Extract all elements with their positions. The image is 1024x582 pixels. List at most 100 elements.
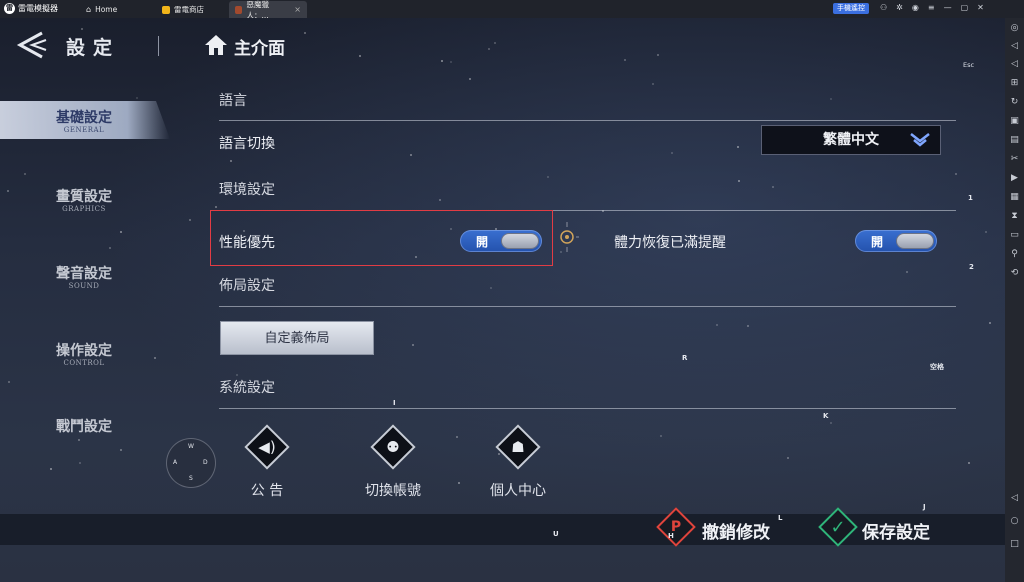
folder-icon[interactable]: ▭ <box>1005 229 1024 241</box>
restore-icon[interactable]: ▢ <box>961 3 969 12</box>
record-icon[interactable]: ▶ <box>1005 172 1024 184</box>
key-hint-u: U <box>553 530 559 538</box>
shake-icon[interactable]: ⟲ <box>1005 267 1024 279</box>
layout-section-heading: 佈局設定 <box>219 278 275 294</box>
revert-changes-button[interactable]: 撤銷修改 <box>702 518 770 543</box>
tab-game[interactable]: 惡魔獵人：... × <box>229 0 307 20</box>
announcement-label[interactable]: 公 告 <box>222 480 312 500</box>
home-nav-icon[interactable]: ○ <box>1005 515 1024 527</box>
switch-account-icon[interactable]: ⚉ <box>370 424 416 470</box>
gamepad-icon[interactable]: ⚇ <box>880 3 887 12</box>
star-dot <box>985 231 987 233</box>
recents-nav-icon[interactable]: □ <box>1005 538 1024 550</box>
category-sound[interactable]: 聲音設定 SOUND <box>0 263 168 290</box>
star-dot <box>671 152 673 154</box>
category-sublabel: CONTROL <box>63 359 105 367</box>
close-tab-icon[interactable]: × <box>294 5 301 14</box>
tab-home[interactable]: ⌂ Home <box>86 1 117 18</box>
key-hint-i: I <box>393 399 396 407</box>
category-graphics[interactable]: 畫質設定 GRAPHICS <box>0 186 168 213</box>
key-hint-r: R <box>682 354 688 362</box>
category-label: 基礎設定 <box>56 110 112 126</box>
environment-section-heading: 環境設定 <box>219 182 275 198</box>
profile-icon[interactable]: ☗ <box>495 424 541 470</box>
category-control[interactable]: 操作設定 CONTROL <box>0 340 168 367</box>
star-dot <box>488 48 490 50</box>
toggle-knob <box>501 233 539 249</box>
tab-label: 雷電商店 <box>174 5 204 14</box>
toggle-state-label: 開 <box>871 235 884 249</box>
star-dot <box>410 154 412 156</box>
category-sublabel: GENERAL <box>63 126 105 134</box>
video-icon[interactable]: ▤ <box>1005 134 1024 146</box>
category-general[interactable]: 基礎設定 GENERAL <box>0 107 168 145</box>
screenshot-icon[interactable]: ▣ <box>1005 115 1024 127</box>
key-hint-1: 1 <box>968 194 973 202</box>
fullscreen-icon[interactable]: ⊞ <box>1005 77 1024 89</box>
switch-account-label[interactable]: 切換帳號 <box>348 480 438 500</box>
performance-priority-toggle[interactable]: 開 <box>460 230 542 252</box>
minimize-icon[interactable]: — <box>944 3 952 12</box>
volume-down-icon[interactable]: ◁ <box>1005 58 1024 70</box>
divider <box>219 120 956 121</box>
sync-icon[interactable]: ↻ <box>1005 96 1024 108</box>
star-dot <box>24 173 26 175</box>
settings-icon[interactable]: ◎ <box>1005 22 1024 34</box>
settings-icon[interactable]: ✲ <box>896 3 903 12</box>
save-settings-button[interactable]: 保存設定 <box>862 518 930 543</box>
page-title: 設定 <box>66 37 121 59</box>
star-dot <box>657 54 659 56</box>
star-dot <box>624 59 626 61</box>
back-nav-icon[interactable]: ◁ <box>1005 492 1024 504</box>
star-dot <box>136 97 138 99</box>
language-select[interactable]: 繁體中文 <box>761 125 941 155</box>
star-dot <box>787 457 789 459</box>
custom-layout-button[interactable]: 自定義佈局 <box>220 321 374 355</box>
star-dot <box>458 482 460 484</box>
star-dot <box>456 436 458 438</box>
home-icon: ⌂ <box>86 5 92 14</box>
category-label: 戰鬥設定 <box>56 419 112 435</box>
star-dot <box>490 287 492 289</box>
phone-remote-button[interactable]: 手機遙控 <box>833 3 869 14</box>
star-dot <box>109 247 111 249</box>
star-dot <box>215 206 217 208</box>
star-dot <box>359 55 361 57</box>
system-section-heading: 系統設定 <box>219 380 275 396</box>
ldplayer-logo-icon: 雷 <box>4 3 15 14</box>
star-dot <box>189 219 191 221</box>
home-button-label[interactable]: 主介面 <box>234 34 285 59</box>
star-dot <box>738 180 740 182</box>
location-icon[interactable]: ⚲ <box>1005 248 1024 260</box>
category-label: 聲音設定 <box>56 266 112 282</box>
personal-center-label[interactable]: 個人中心 <box>473 480 563 500</box>
key-hint-h: H <box>668 532 674 540</box>
apk-icon[interactable]: ▦ <box>1005 191 1024 203</box>
account-icon[interactable]: ◉ <box>912 3 919 12</box>
key-hint-d: D <box>203 459 208 466</box>
star-dot <box>830 98 832 100</box>
category-sublabel: GRAPHICS <box>62 205 106 213</box>
performance-priority-label: 性能優先 <box>219 235 275 251</box>
virtual-joystick-overlay[interactable]: W A D S <box>166 438 216 488</box>
close-icon[interactable]: ✕ <box>977 3 984 12</box>
star-dot <box>412 344 414 346</box>
scissors-icon[interactable]: ✂ <box>1005 153 1024 165</box>
operation-record-icon[interactable]: ⧗ <box>1005 210 1024 222</box>
back-arrow-icon[interactable] <box>14 30 48 60</box>
star-dot <box>498 453 500 455</box>
announcement-icon[interactable]: ◀) <box>244 424 290 470</box>
divider <box>219 306 956 307</box>
volume-up-icon[interactable]: ◁ <box>1005 40 1024 52</box>
star-dot <box>450 61 452 63</box>
category-combat[interactable]: 戰鬥設定 <box>0 416 168 436</box>
category-label: 操作設定 <box>56 343 112 359</box>
star-dot <box>79 462 81 464</box>
stamina-reminder-toggle[interactable]: 開 <box>855 230 937 252</box>
star-dot <box>441 60 443 62</box>
app-name: 雷電模擬器 <box>18 4 58 13</box>
star-dot <box>716 324 718 326</box>
star-dot <box>469 78 471 80</box>
home-icon[interactable] <box>204 34 228 56</box>
menu-icon[interactable]: ≡ <box>928 3 935 12</box>
